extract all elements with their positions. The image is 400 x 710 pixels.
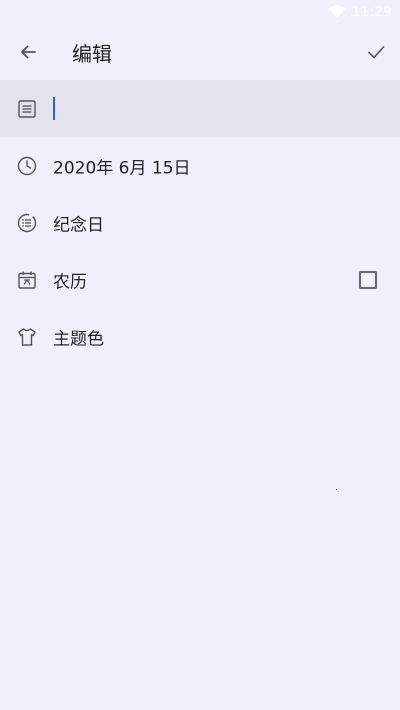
edit-screen: 11:29 编辑 2020年 6月 15日 纪念日 农历 主题色 xyxy=(0,0,400,710)
check-icon xyxy=(368,46,385,59)
page-title: 编辑 xyxy=(72,42,112,66)
lunar-row[interactable]: 农历 xyxy=(0,251,400,308)
text-box-icon xyxy=(18,99,36,118)
type-label: 纪念日 xyxy=(53,215,104,235)
clock-icon xyxy=(17,156,37,175)
text-caret xyxy=(53,97,55,120)
type-row[interactable]: 纪念日 xyxy=(0,194,400,251)
theme-label: 主题色 xyxy=(53,329,104,349)
tshirt-icon xyxy=(18,327,36,346)
title-input[interactable] xyxy=(50,90,380,127)
back-button[interactable] xyxy=(12,36,44,68)
toolbar: 编辑 xyxy=(0,24,400,80)
status-time: 11:29 xyxy=(352,4,392,20)
list-circle-icon xyxy=(17,213,37,232)
theme-row[interactable]: 主题色 xyxy=(0,308,400,365)
status-bar: 11:29 xyxy=(0,0,400,24)
lunar-label: 农历 xyxy=(53,272,87,292)
arrow-left-icon xyxy=(21,45,36,59)
calendar-icon xyxy=(18,271,36,289)
lunar-checkbox[interactable] xyxy=(359,270,377,289)
title-row[interactable] xyxy=(0,80,400,137)
stray-dot xyxy=(336,489,337,490)
done-button[interactable] xyxy=(360,36,392,68)
date-row[interactable]: 2020年 6月 15日 xyxy=(0,137,400,194)
date-label: 2020年 6月 15日 xyxy=(53,158,191,178)
wifi-icon xyxy=(328,5,346,18)
